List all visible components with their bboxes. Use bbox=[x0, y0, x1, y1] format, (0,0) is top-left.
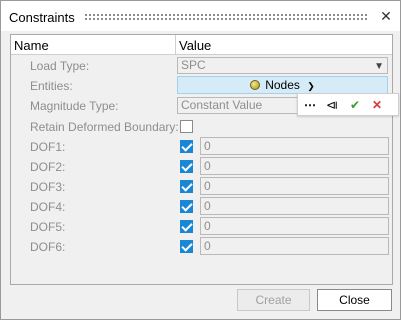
close-button[interactable]: Close bbox=[317, 289, 392, 311]
magnitude-mini-toolbar: ⋯ ⧏ ✔ ✕ bbox=[297, 93, 399, 116]
confirm-check-icon[interactable]: ✔ bbox=[346, 97, 364, 113]
dof5-label: DOF5: bbox=[30, 220, 66, 234]
dof1-value: 0 bbox=[204, 139, 211, 153]
properties-table: Name Value Load Type: SPC ▼ Entities: No… bbox=[10, 34, 393, 285]
dof4-value-field[interactable]: 0 bbox=[200, 197, 389, 215]
dof6-checkbox[interactable] bbox=[180, 240, 193, 253]
dof5-value-field[interactable]: 0 bbox=[200, 217, 389, 235]
dof6-value-field[interactable]: 0 bbox=[200, 237, 389, 255]
load-type-value: SPC bbox=[181, 58, 206, 72]
constraints-dialog: Constraints ✕ Name Value Load Type: SPC … bbox=[0, 0, 401, 320]
title-bar[interactable]: Constraints ✕ bbox=[1, 1, 400, 31]
entities-label: Entities: bbox=[30, 79, 73, 93]
magnitude-type-value: Constant Value bbox=[181, 98, 263, 112]
dof4-label: DOF4: bbox=[30, 200, 66, 214]
column-header-name: Name bbox=[14, 38, 49, 53]
dof2-label: DOF2: bbox=[30, 160, 66, 174]
close-icon[interactable]: ✕ bbox=[378, 8, 394, 24]
load-type-label: Load Type: bbox=[30, 59, 90, 73]
chevron-down-icon: ▼ bbox=[374, 61, 384, 72]
retain-deformed-boundary-label: Retain Deformed Boundary: bbox=[30, 120, 179, 134]
magnitude-type-label: Magnitude Type: bbox=[30, 99, 119, 113]
entities-selector-button[interactable]: Nodes ❯ bbox=[177, 76, 388, 94]
create-button[interactable]: Create bbox=[237, 289, 310, 311]
dof1-checkbox[interactable] bbox=[180, 140, 193, 153]
reset-icon[interactable]: ⧏ bbox=[323, 97, 341, 113]
dof3-value: 0 bbox=[204, 179, 211, 193]
dof3-checkbox[interactable] bbox=[180, 180, 193, 193]
dof4-checkbox[interactable] bbox=[180, 200, 193, 213]
magnitude-type-field[interactable]: Constant Value bbox=[177, 97, 298, 114]
dof5-value: 0 bbox=[204, 219, 211, 233]
dof1-value-field[interactable]: 0 bbox=[200, 137, 389, 155]
entities-value: Nodes bbox=[265, 78, 300, 92]
dof2-checkbox[interactable] bbox=[180, 160, 193, 173]
cancel-x-icon[interactable]: ✕ bbox=[368, 97, 386, 113]
dof2-value-field[interactable]: 0 bbox=[200, 157, 389, 175]
dof3-label: DOF3: bbox=[30, 180, 66, 194]
node-icon bbox=[250, 80, 261, 90]
more-options-icon[interactable]: ⋯ bbox=[301, 97, 319, 113]
window-title: Constraints bbox=[9, 10, 75, 25]
dof2-value: 0 bbox=[204, 159, 211, 173]
retain-deformed-boundary-checkbox[interactable] bbox=[180, 120, 193, 133]
drag-grip[interactable] bbox=[84, 13, 367, 21]
dof4-value: 0 bbox=[204, 199, 211, 213]
dof3-value-field[interactable]: 0 bbox=[200, 177, 389, 195]
load-type-select[interactable]: SPC ▼ bbox=[177, 57, 388, 74]
chevron-down-icon: ❯ bbox=[307, 81, 315, 91]
dof6-label: DOF6: bbox=[30, 240, 66, 254]
table-header: Name Value bbox=[11, 35, 392, 55]
dof1-label: DOF1: bbox=[30, 140, 66, 154]
column-header-value: Value bbox=[179, 38, 212, 53]
column-divider[interactable] bbox=[175, 35, 176, 54]
dof5-checkbox[interactable] bbox=[180, 220, 193, 233]
dof6-value: 0 bbox=[204, 239, 211, 253]
